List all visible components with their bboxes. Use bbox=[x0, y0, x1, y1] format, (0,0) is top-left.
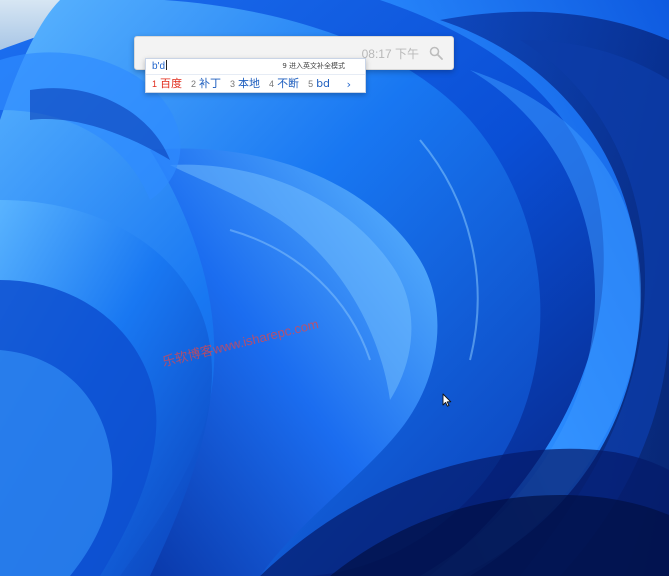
ime-candidate-4[interactable]: 4 不断 bbox=[269, 76, 299, 92]
search-icon[interactable] bbox=[429, 46, 443, 60]
ime-candidate-2[interactable]: 2 补丁 bbox=[191, 76, 221, 92]
mouse-pointer-icon bbox=[442, 393, 452, 407]
candidate-text: 不断 bbox=[277, 77, 300, 90]
ime-divider bbox=[146, 74, 365, 75]
candidate-number: 4 bbox=[269, 79, 275, 89]
candidate-text: 本地 bbox=[238, 77, 261, 90]
candidate-number: 5 bbox=[308, 79, 314, 89]
ime-candidate-1[interactable]: 1 百度 bbox=[152, 76, 182, 92]
ime-candidate-window[interactable]: b'd 9 进入英文补全模式 1 百度 2 补丁 3 本地 4 不断 5 bd › bbox=[145, 58, 366, 93]
candidate-number: 1 bbox=[152, 79, 158, 89]
ime-composition-text: b'd bbox=[152, 60, 168, 73]
candidate-number: 2 bbox=[191, 79, 197, 89]
candidate-text: 百度 bbox=[160, 77, 183, 90]
text-caret bbox=[166, 60, 168, 70]
ime-english-completion-hint[interactable]: 9 进入英文补全模式 bbox=[282, 61, 345, 72]
ime-candidate-list: 1 百度 2 补丁 3 本地 4 不断 5 bd bbox=[152, 76, 339, 92]
candidate-text: bd bbox=[316, 77, 331, 90]
candidate-text: 补丁 bbox=[199, 77, 222, 90]
ime-candidate-3[interactable]: 3 本地 bbox=[230, 76, 260, 92]
desktop: 08:17 下午 b'd 9 进入英文补全模式 1 百度 2 补丁 3 本地 4 不断 … bbox=[0, 0, 669, 576]
ime-candidate-5[interactable]: 5 bd bbox=[308, 76, 330, 92]
chevron-right-icon[interactable]: › bbox=[347, 77, 351, 92]
ime-composition-value: b'd bbox=[152, 61, 166, 72]
candidate-number: 3 bbox=[230, 79, 236, 89]
search-time-text: 08:17 下午 bbox=[361, 47, 419, 61]
